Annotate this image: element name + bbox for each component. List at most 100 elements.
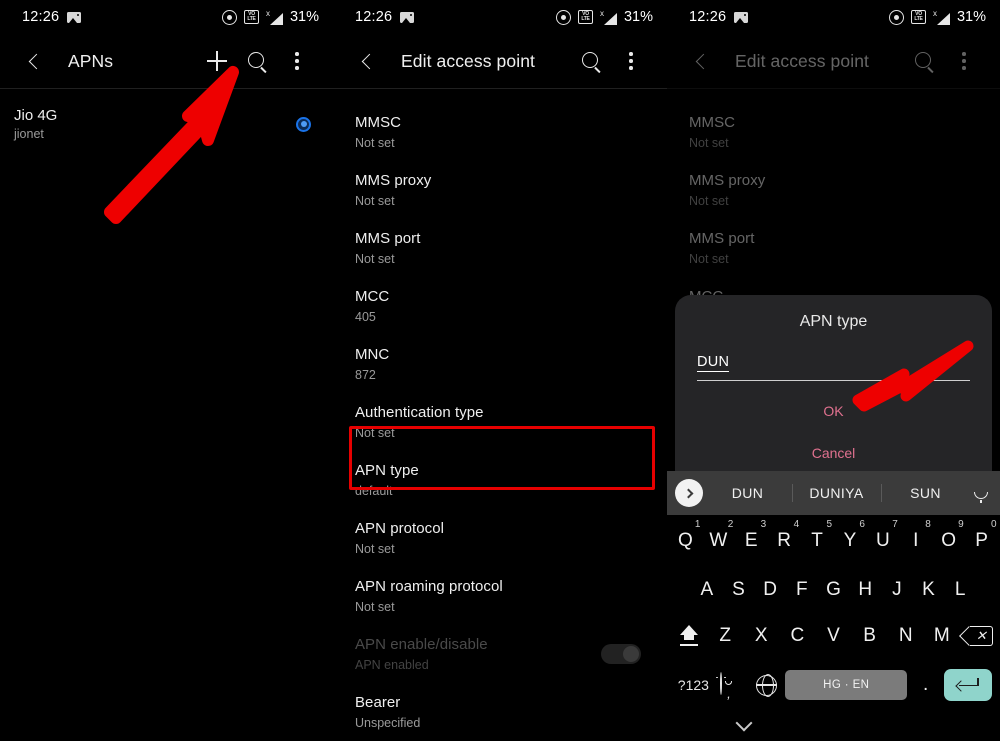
key-w[interactable]: 2W — [702, 515, 735, 567]
backspace-icon: ✕ — [959, 626, 993, 646]
apn-radio-button[interactable] — [296, 116, 311, 132]
signal-bars — [603, 12, 617, 25]
hide-keyboard-button[interactable] — [735, 714, 752, 732]
app-bar-edit-access-point: Edit access point — [333, 34, 667, 88]
ok-button[interactable]: OK — [697, 393, 970, 429]
enter-key[interactable] — [944, 669, 992, 701]
volte-icon: VO LTE — [243, 10, 259, 24]
back-button[interactable] — [681, 41, 721, 81]
language-key[interactable] — [749, 659, 786, 711]
key-number-label: 0 — [991, 519, 997, 530]
setting-label: APN enable/disable — [355, 636, 488, 653]
kebab-icon — [962, 52, 966, 70]
add-apn-button[interactable] — [197, 41, 237, 81]
setting-label: MMS port — [355, 230, 421, 247]
setting-row[interactable]: Bearer Unspecified — [333, 683, 667, 741]
apn-type-highlight-box — [349, 426, 655, 490]
setting-row[interactable]: MCC 405 — [333, 277, 667, 335]
setting-label: Authentication type — [355, 404, 484, 421]
signal-bars — [269, 12, 283, 25]
microphone-icon[interactable] — [970, 483, 992, 503]
suggestion-0[interactable]: DUN — [703, 485, 792, 501]
search-button[interactable] — [237, 41, 277, 81]
key-e[interactable]: 3E — [735, 515, 768, 567]
setting-row[interactable]: APN roaming protocol Not set — [333, 567, 667, 625]
setting-row[interactable]: MMS port Not set — [333, 219, 667, 277]
search-icon — [247, 51, 267, 71]
apn-enable-toggle[interactable] — [601, 644, 641, 664]
key-b[interactable]: B — [852, 613, 888, 659]
back-button[interactable] — [347, 41, 387, 81]
setting-label: MMSC — [355, 114, 402, 131]
volte-bottom: LTE — [581, 16, 590, 22]
plus-icon — [207, 51, 227, 71]
more-options-button[interactable] — [277, 41, 317, 81]
key-h[interactable]: H — [849, 567, 881, 613]
key-u[interactable]: 7U — [866, 515, 899, 567]
key-v[interactable]: V — [815, 613, 851, 659]
setting-texts: MNC 872 — [355, 345, 645, 383]
photo-icon — [400, 11, 415, 23]
more-options-button[interactable] — [944, 41, 984, 81]
setting-row[interactable]: MNC 872 — [333, 335, 667, 393]
chevron-right-icon[interactable] — [675, 479, 703, 507]
key-number-label: 2 — [727, 519, 734, 530]
key-l[interactable]: L — [944, 567, 976, 613]
apn-type-dialog: APN type DUN OK Cancel — [675, 295, 992, 491]
key-k[interactable]: K — [913, 567, 945, 613]
key-number-label: 1 — [694, 519, 701, 530]
backspace-key[interactable]: ✕ — [959, 613, 996, 659]
setting-value: 405 — [355, 310, 376, 324]
symbols-key[interactable]: ?123 — [675, 659, 712, 711]
key-z[interactable]: Z — [707, 613, 743, 659]
setting-texts: MMSC Not set — [355, 113, 645, 151]
suggestion-2[interactable]: SUN — [881, 485, 970, 501]
key-j[interactable]: J — [881, 567, 913, 613]
setting-row[interactable]: MMSC Not set — [333, 103, 667, 161]
key-a[interactable]: A — [691, 567, 723, 613]
cancel-button[interactable]: Cancel — [697, 435, 970, 471]
key-o[interactable]: 9O — [932, 515, 965, 567]
key-g[interactable]: G — [818, 567, 850, 613]
space-key[interactable]: HG · EN — [785, 670, 908, 700]
key-t[interactable]: 5T — [801, 515, 834, 567]
key-i[interactable]: 8I — [899, 515, 932, 567]
battery-percent: 31% — [623, 9, 653, 25]
key-f[interactable]: F — [786, 567, 818, 613]
setting-label: MMSC — [689, 114, 736, 131]
key-p[interactable]: 0P — [965, 515, 998, 567]
shift-key[interactable] — [671, 613, 707, 659]
more-options-button[interactable] — [611, 41, 651, 81]
key-c[interactable]: C — [779, 613, 815, 659]
keyboard-hide-bar — [667, 711, 1000, 741]
setting-row[interactable]: APN protocol Not set — [333, 509, 667, 567]
apn-name: Jio 4G — [14, 107, 58, 124]
key-d[interactable]: D — [754, 567, 786, 613]
keyboard-row-3: Z X C V B N M ✕ — [667, 613, 1000, 659]
search-button[interactable] — [904, 41, 944, 81]
suggestion-1[interactable]: DUNIYA — [792, 485, 881, 501]
apn-type-input-field[interactable]: DUN — [697, 353, 970, 381]
signal-icon: x — [933, 9, 950, 25]
key-m[interactable]: M — [924, 613, 960, 659]
search-button[interactable] — [571, 41, 611, 81]
list-item[interactable]: Jio 4G jionet — [0, 89, 333, 159]
key-x[interactable]: X — [743, 613, 779, 659]
period-key[interactable]: . — [907, 659, 944, 711]
key-n[interactable]: N — [888, 613, 924, 659]
search-icon — [581, 51, 601, 71]
setting-texts: APN protocol Not set — [355, 519, 645, 557]
status-time: 12:26 — [355, 9, 393, 25]
emoji-key[interactable]: , — [712, 659, 749, 711]
key-y[interactable]: 6Y — [834, 515, 867, 567]
key-r[interactable]: 4R — [768, 515, 801, 567]
page-title: APNs — [68, 50, 114, 71]
back-button[interactable] — [14, 41, 54, 81]
three-phone-screenshots: 12:26 VO LTE x 31% APNs Jio 4G jionet 12… — [0, 0, 1000, 741]
setting-value: Not set — [355, 542, 395, 556]
key-s[interactable]: S — [723, 567, 755, 613]
key-q[interactable]: 1Q — [669, 515, 702, 567]
key-letter-label: W — [709, 530, 728, 551]
back-icon — [361, 53, 377, 69]
setting-row[interactable]: MMS proxy Not set — [333, 161, 667, 219]
